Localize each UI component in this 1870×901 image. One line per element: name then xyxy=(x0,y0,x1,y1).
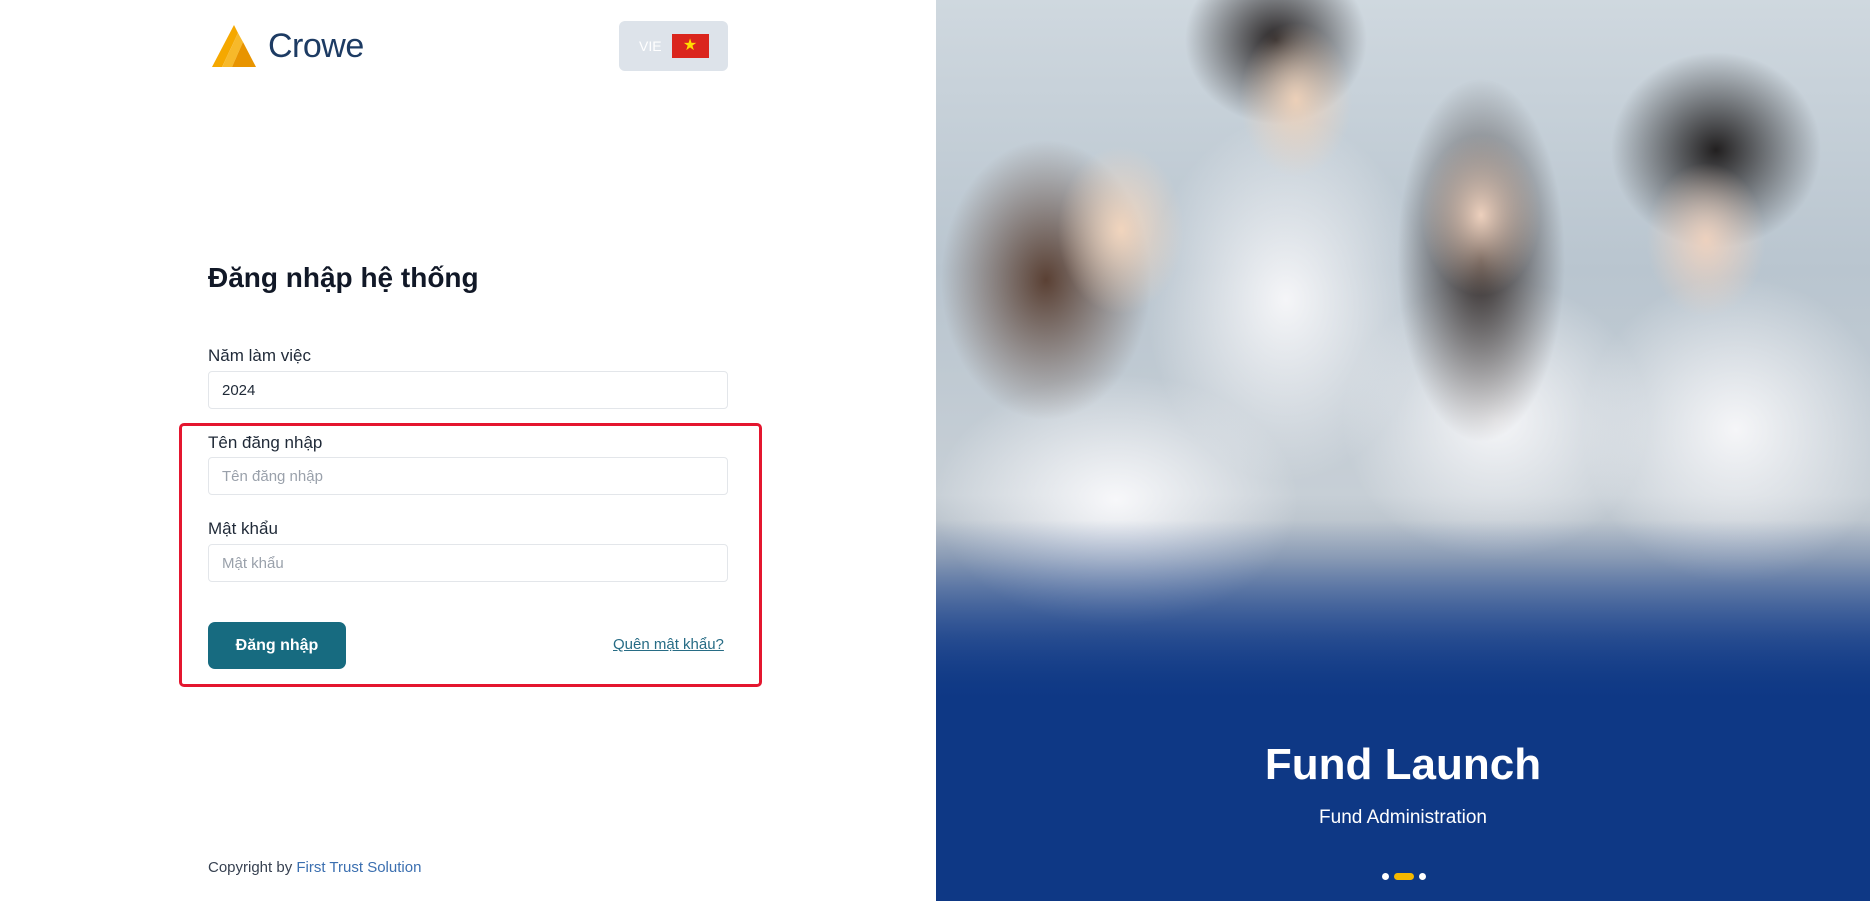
username-label: Tên đăng nhập xyxy=(208,433,323,452)
carousel-dot-1[interactable] xyxy=(1382,873,1389,880)
password-input[interactable] xyxy=(208,544,728,582)
crowe-logo-icon xyxy=(212,25,256,67)
login-button[interactable]: Đăng nhập xyxy=(208,622,346,669)
forgot-password-link[interactable]: Quên mật khẩu? xyxy=(613,636,724,653)
year-label: Năm làm việc xyxy=(208,346,311,365)
vietnam-flag-icon: ★ xyxy=(671,34,709,58)
flag-star: ★ xyxy=(682,37,698,54)
brand-name: Crowe xyxy=(268,26,364,65)
carousel-dots xyxy=(1382,873,1426,880)
year-input[interactable] xyxy=(208,371,728,409)
language-switcher[interactable]: VIE ★ xyxy=(619,21,728,71)
language-code: VIE xyxy=(639,38,662,54)
carousel-dot-2[interactable] xyxy=(1394,873,1414,880)
username-input[interactable] xyxy=(208,457,728,495)
company-name: First Trust Solution xyxy=(296,859,422,876)
crowe-logo[interactable]: Crowe xyxy=(208,22,364,70)
page-title: Đăng nhập hệ thống xyxy=(208,262,479,293)
hero-title: Fund Launch xyxy=(1264,740,1542,789)
photo-gradient-overlay xyxy=(936,520,1870,901)
copyright: Copyright by First Trust Solution xyxy=(208,859,421,876)
hero-panel: Fund Launch Fund Administration xyxy=(936,0,1870,901)
password-label: Mật khẩu xyxy=(208,519,278,538)
copyright-prefix: Copyright by xyxy=(208,859,297,876)
carousel-dot-3[interactable] xyxy=(1419,873,1426,880)
hero-subtitle: Fund Administration xyxy=(1319,807,1487,828)
login-panel: Crowe VIE ★ Đăng nhập hệ thống Năm làm v… xyxy=(0,0,936,901)
